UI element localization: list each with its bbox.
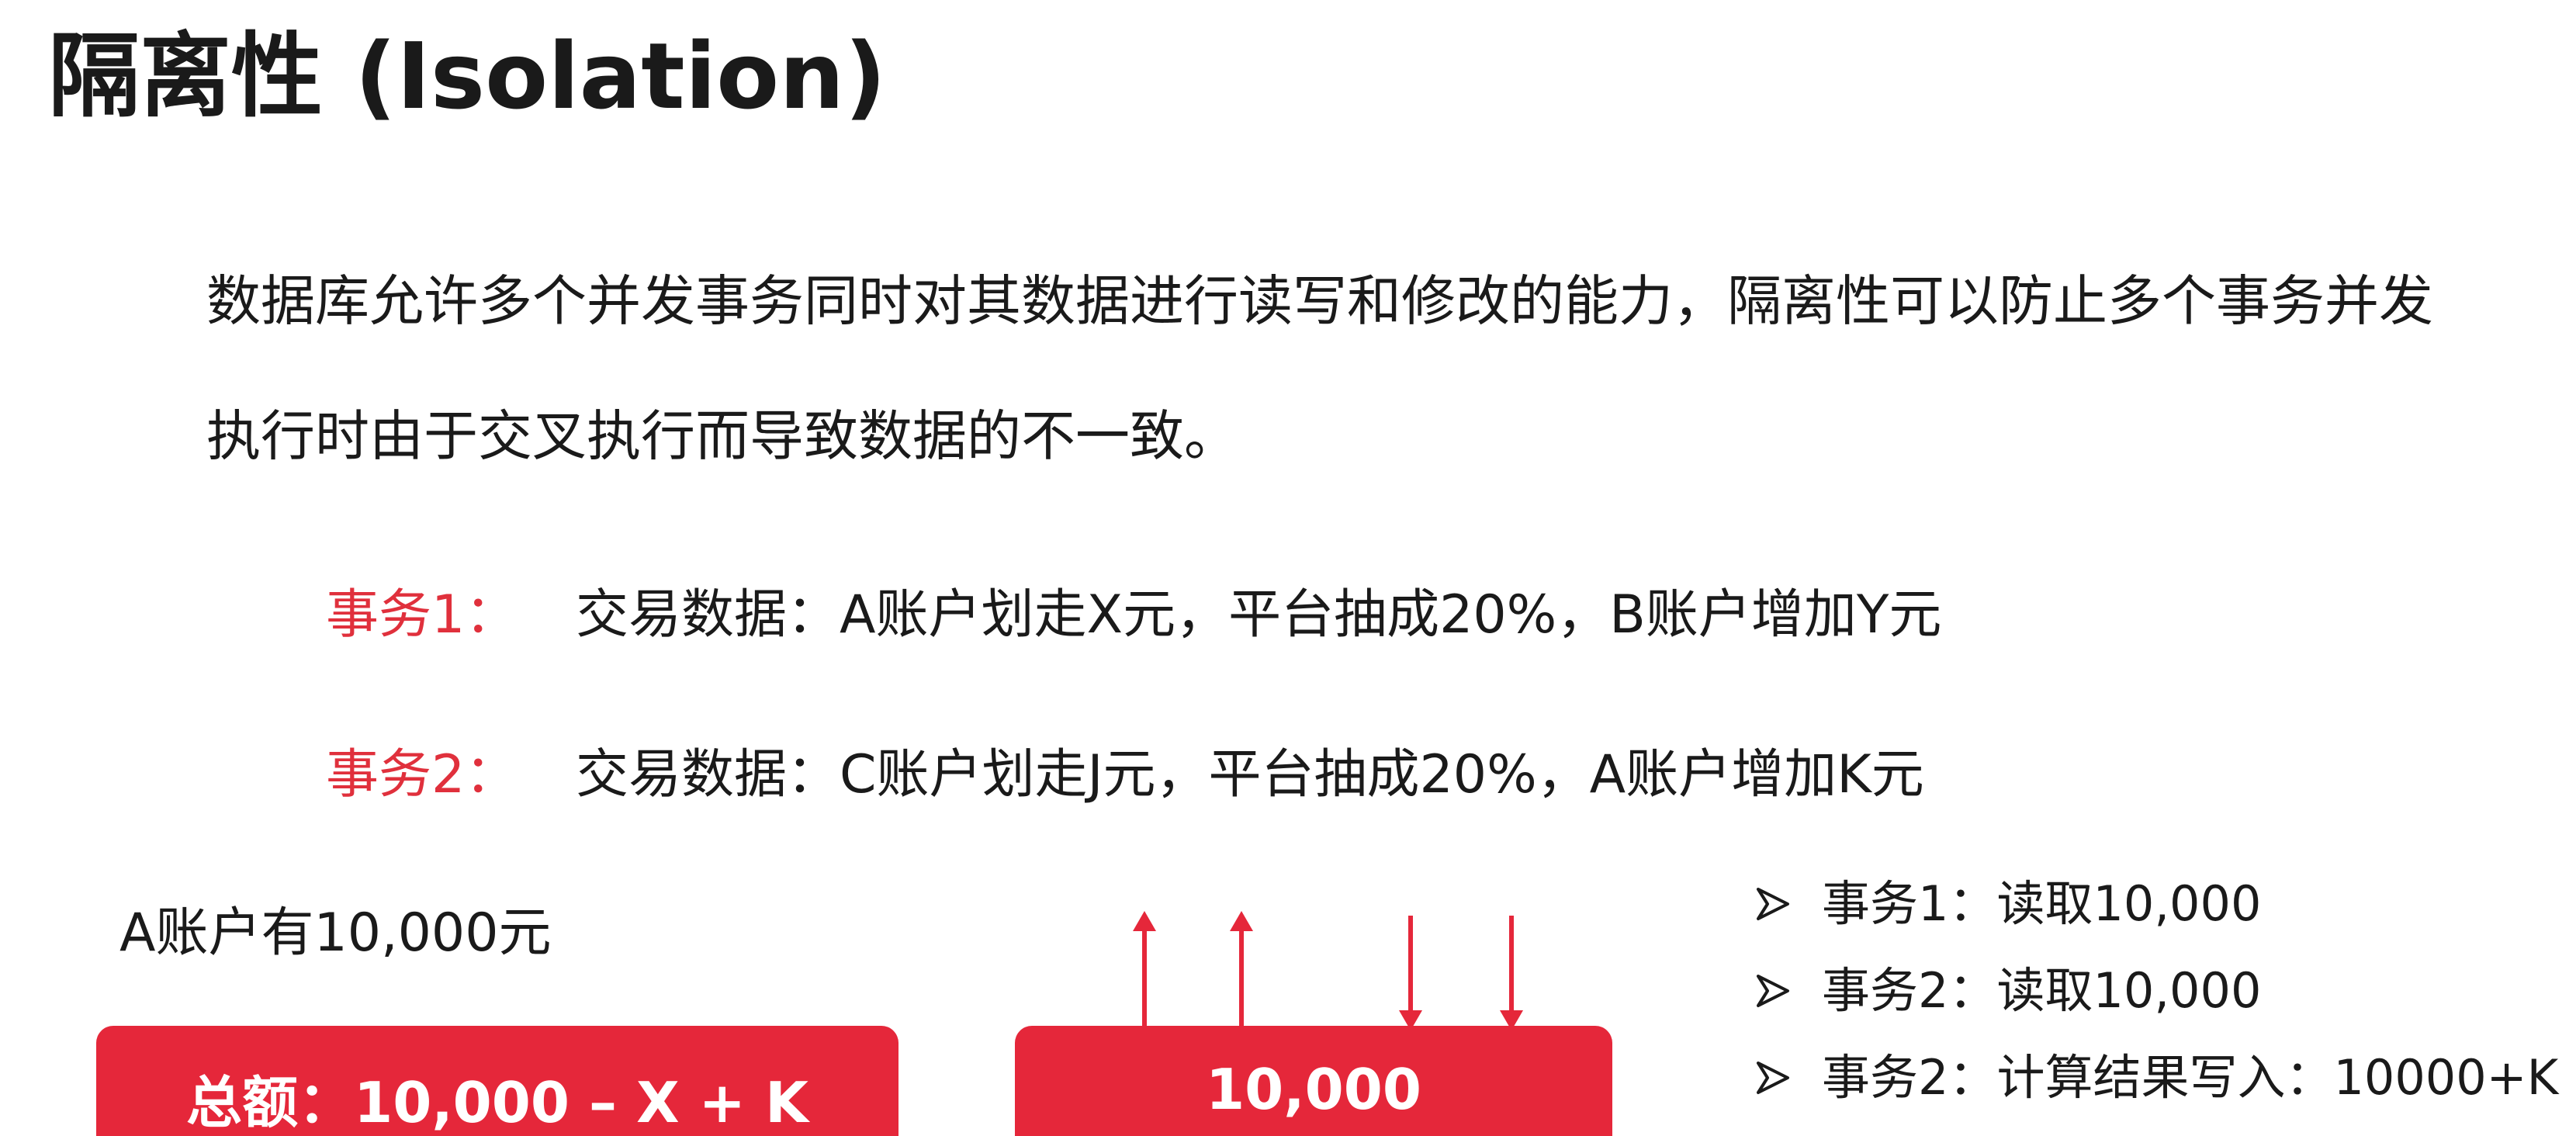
list-item: 事务2：读取10,000: [1755, 962, 2570, 1049]
arrow-up-icon: [1230, 911, 1253, 1038]
steps-list: 事务1：读取10,000 事务2：读取10,000 事务2：计算结果写入：100…: [1755, 875, 2570, 1136]
step-text: 事务2：计算结果写入：10000+K: [1822, 1049, 2559, 1106]
transaction-1-label: 事务1：: [326, 584, 518, 646]
arrow-up-icon: [1133, 911, 1156, 1038]
total-amount-text: 总额：10,000 – X + K: [186, 1070, 808, 1135]
arrowhead-bullet-icon: [1757, 975, 1789, 1007]
arrowhead-bullet-icon: [1757, 1062, 1789, 1094]
step-text: 事务2：读取10,000: [1822, 962, 2262, 1019]
transaction-1-text: 交易数据：A账户划走X元，平台抽成20%，B账户增加Y元: [576, 584, 1942, 646]
arrow-down-icon: [1500, 916, 1523, 1030]
transaction-2-text: 交易数据：C账户划走J元，平台抽成20%，A账户增加K元: [576, 744, 1924, 805]
description-line-2: 执行时由于交叉执行而导致数据的不一致。: [206, 404, 1238, 468]
description-line-1: 数据库允许多个并发事务同时对其数据进行读写和修改的能力，隔离性可以防止多个事务并…: [206, 269, 2433, 333]
arrow-down-icon: [1399, 916, 1422, 1030]
page-title: 隔离性 (Isolation): [48, 23, 887, 130]
transaction-2-label: 事务2：: [326, 744, 518, 805]
list-item: 事务1：读取10,000: [1755, 875, 2570, 962]
step-text: 事务1：读取10,000: [1822, 875, 2262, 932]
account-a-note: A账户有10,000元: [119, 902, 552, 964]
list-item: 事务2：计算结果写入：10000+K: [1755, 1049, 2570, 1136]
balance-box: 10,000: [1015, 1026, 1612, 1136]
arrowhead-bullet-icon: [1757, 888, 1789, 920]
balance-text: 10,000: [1206, 1057, 1421, 1122]
total-amount-box: 总额：10,000 – X + K: [96, 1026, 898, 1136]
arrows-group: [1133, 911, 1523, 1038]
